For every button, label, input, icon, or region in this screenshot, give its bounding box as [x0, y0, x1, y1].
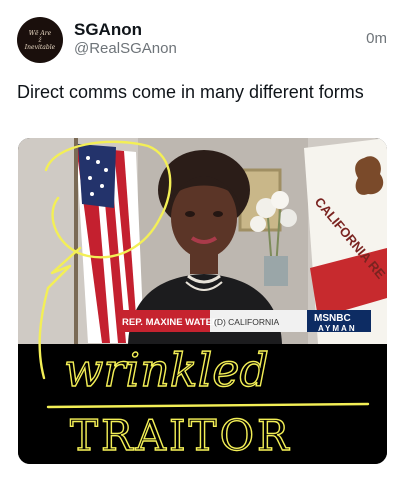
show-name: AYMAN [318, 324, 357, 333]
chyron-state: (D) CALIFORNIA [214, 317, 280, 327]
post-card[interactable]: Wē Are ž Inevitable SGAnon @RealSGAnon 0… [0, 0, 404, 480]
post-text: Direct comms come in many different form… [17, 82, 364, 102]
handwritten-word-1: wrinkled [64, 343, 269, 397]
news-chyron: REP. MAXINE WATERS (D) CALIFORNIA MSNBC … [118, 310, 371, 333]
avatar-text-line-2: ž [38, 36, 42, 44]
avatar-text-line-3: Inevitable [24, 43, 56, 51]
author-display-name[interactable]: SGAnon [74, 20, 142, 40]
post-timestamp[interactable]: 0m [366, 30, 387, 48]
chyron-name: REP. MAXINE WATERS [122, 317, 225, 328]
flag-pole [74, 138, 78, 344]
handwritten-word-2: TRAITOR [70, 411, 292, 460]
avatar-text-line-1: Wē Are [28, 29, 52, 37]
network-logo: MSNBC [314, 313, 351, 324]
author-avatar[interactable]: Wē Are ž Inevitable [17, 17, 63, 63]
author-handle[interactable]: @RealSGAnon [74, 40, 177, 58]
post-media-image[interactable]: CALIFORNIA RE REP. MAXINE WATERS (D) CAL… [18, 138, 387, 464]
